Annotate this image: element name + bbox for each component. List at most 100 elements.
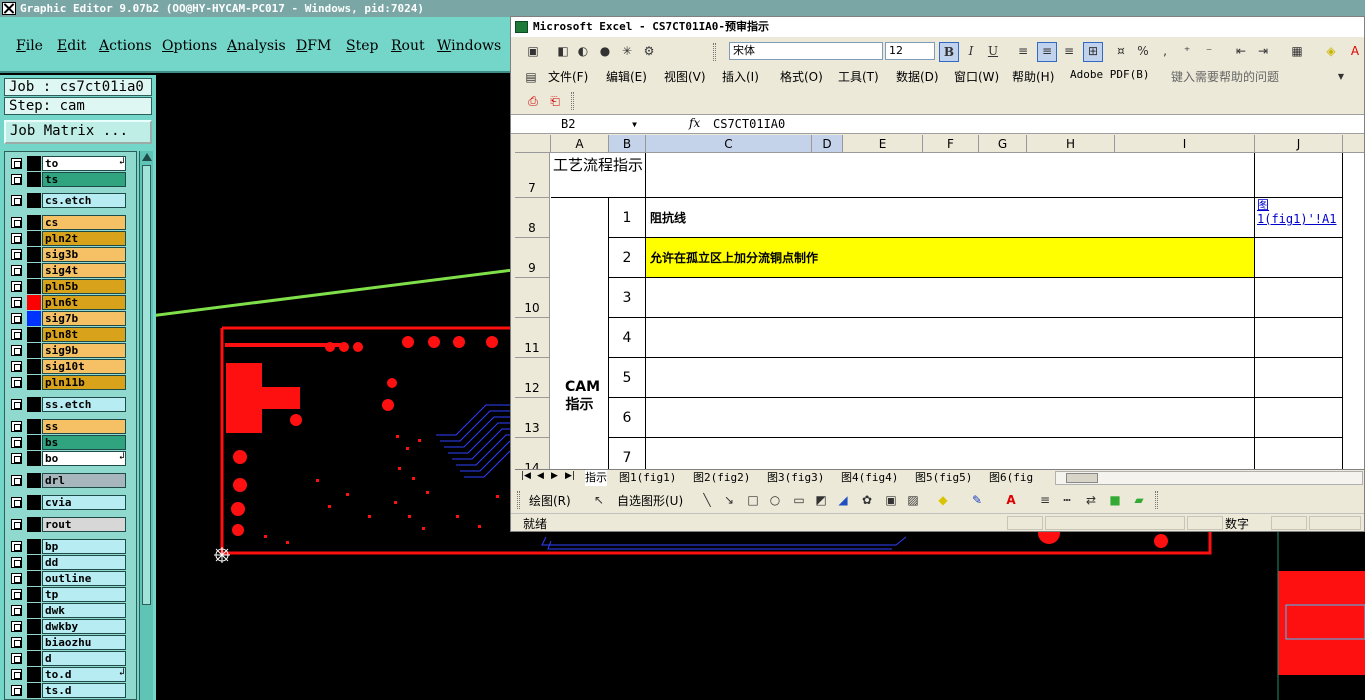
first-sheet-icon[interactable]: |◀ [521,471,531,481]
cell-b9-item[interactable]: 2 [609,238,646,278]
layer-name[interactable]: ss.etch [42,397,126,412]
layer-row-to-d[interactable]: to.d ↲ [7,667,127,682]
row-header-10[interactable]: 10 [515,278,550,318]
layer-name[interactable]: cs.etch [42,193,126,208]
underline-button[interactable]: U [985,43,1001,59]
layer-checkbox[interactable] [11,519,22,530]
layer-color-swatch[interactable] [27,587,41,602]
layer-checkbox[interactable] [11,621,22,632]
menu-adobe-pdf[interactable]: Adobe PDF(B) [1070,68,1149,81]
align-right-icon[interactable]: ≡ [1061,43,1077,59]
layer-row-sig10t[interactable]: sig10t [7,359,127,374]
layer-color-swatch[interactable] [27,359,41,374]
cell-c12[interactable] [646,358,1255,398]
layer-name[interactable]: biaozhu [42,635,126,650]
layer-checkbox[interactable] [11,361,22,372]
layer-color-swatch[interactable] [27,295,41,310]
picture-icon[interactable]: ▣ [883,492,899,508]
column-header-e[interactable]: E [843,135,923,153]
row-header-13[interactable]: 13 [515,398,550,438]
shadow-style-icon[interactable]: ■ [1107,492,1123,508]
scroll-thumb[interactable] [1066,473,1098,483]
column-header-f[interactable]: F [923,135,979,153]
layer-checkbox[interactable] [11,265,22,276]
select-all-corner[interactable] [515,135,551,153]
layer-row-dd[interactable]: dd [7,555,127,570]
cell-j10[interactable] [1255,278,1343,318]
layer-row-cvia[interactable]: cvia [7,495,127,510]
layer-name[interactable]: bo [42,451,126,466]
layer-color-swatch[interactable] [27,311,41,326]
line-color-icon[interactable]: ✎ [969,492,985,508]
layer-checkbox[interactable] [11,453,22,464]
layer-name[interactable]: pln5b [42,279,126,294]
layer-checkbox[interactable] [11,399,22,410]
fill-color-icon[interactable]: ◈ [1323,43,1339,59]
sphere-icon[interactable]: ● [597,43,613,59]
menu-windows[interactable]: Windows [437,38,501,54]
menu-file-cn[interactable]: 文件(F) [548,68,588,85]
layer-name[interactable]: outline [42,571,126,586]
cell-b12-item[interactable]: 5 [609,358,646,398]
next-sheet-icon[interactable]: ▶ [551,471,558,481]
menu-file[interactable]: File [16,38,43,54]
menu-window-cn[interactable]: 窗口(W) [954,68,999,85]
layer-row-cs-etch[interactable]: cs.etch [7,193,127,208]
layer-color-swatch[interactable] [27,263,41,278]
layer-name[interactable]: d [42,651,126,666]
layer-name[interactable]: bp [42,539,126,554]
menu-help-cn[interactable]: 帮助(H) [1012,68,1054,85]
layer-row-pln6t[interactable]: pln6t [7,295,127,310]
spreadsheet-grid[interactable]: A B C D E F G H I J 7 8 9 10 11 12 13 14… [515,135,1364,471]
menu-format-cn[interactable]: 格式(O) [780,68,823,85]
hyperlink-fig1[interactable]: 图1(fig1)'!A1 [1257,198,1336,226]
font-color-icon[interactable]: A [1347,43,1363,59]
layer-checkbox[interactable] [11,217,22,228]
cell-c7[interactable] [646,153,1255,198]
layer-name[interactable]: sig9b [42,343,126,358]
layer-row-bo[interactable]: bo ↲ [7,451,127,466]
increase-decimal-icon[interactable]: ⁺ [1179,43,1195,59]
layer-row-dwk[interactable]: dwk [7,603,127,618]
layer-color-swatch[interactable] [27,539,41,554]
dash-style-icon[interactable]: ┅ [1059,492,1075,508]
layer-color-swatch[interactable] [27,156,41,171]
cell-c11[interactable] [646,318,1255,358]
layer-checkbox[interactable] [11,653,22,664]
layer-name[interactable]: ss [42,419,126,434]
row-header-7[interactable]: 7 [515,153,550,198]
cell-j11[interactable] [1255,318,1343,358]
layer-row-ss[interactable]: ss [7,419,127,434]
menu-dfm[interactable]: DFM [296,38,331,54]
sheet-tab-instructions[interactable]: 指示 [585,470,607,486]
layer-name[interactable]: cs [42,215,126,230]
select-pointer-icon[interactable]: ↖ [591,492,607,508]
layer-row-dwkby[interactable]: dwkby [7,619,127,634]
print-preview-icon[interactable]: ▣ [525,43,541,59]
layer-name[interactable]: to.d [42,667,126,682]
layer-row-ss-etch[interactable]: ss.etch [7,397,127,412]
layer-color-swatch[interactable] [27,231,41,246]
font-name-select[interactable]: 宋体 [729,42,883,60]
column-header-g[interactable]: G [979,135,1027,153]
layer-checkbox[interactable] [11,589,22,600]
image-insert-icon[interactable]: ▨ [905,492,921,508]
layer-name[interactable]: sig4t [42,263,126,278]
decrease-decimal-icon[interactable]: ⁻ [1201,43,1217,59]
cell-b11-item[interactable]: 4 [609,318,646,358]
burst-icon[interactable]: ✳ [619,43,635,59]
cell-b13-item[interactable]: 6 [609,398,646,438]
arrange-icon[interactable]: ◧ [555,43,571,59]
layer-color-swatch[interactable] [27,419,41,434]
layer-color-swatch[interactable] [27,619,41,634]
chart-icon[interactable]: ◐ [575,43,591,59]
menu-edit[interactable]: Edit [57,38,86,54]
layer-row-tp[interactable]: tp [7,587,127,602]
settings-icon[interactable]: ⚙ [641,43,657,59]
layer-checkbox[interactable] [11,669,22,680]
layer-name[interactable]: sig10t [42,359,126,374]
layer-name[interactable]: sig3b [42,247,126,262]
layer-name[interactable]: rout [42,517,126,532]
layer-checkbox[interactable] [11,685,22,696]
layer-color-swatch[interactable] [27,327,41,342]
